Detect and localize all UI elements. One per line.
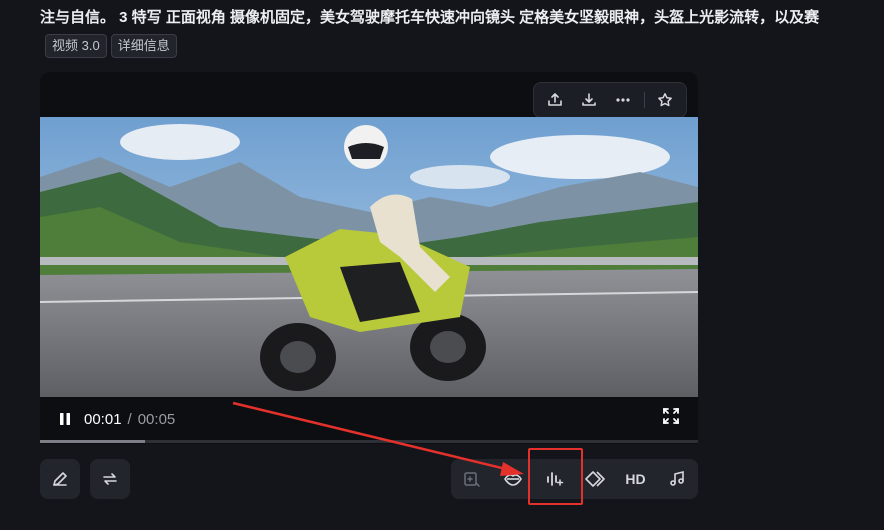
video-player[interactable]: 00:01 / 00:05 bbox=[40, 72, 698, 444]
lip-sync-icon[interactable] bbox=[492, 459, 533, 499]
model-tag[interactable]: 视频 3.0 bbox=[45, 34, 107, 58]
regenerate-icon[interactable] bbox=[90, 459, 130, 499]
video-frame bbox=[40, 117, 698, 397]
time-separator: / bbox=[127, 410, 132, 428]
current-time: 00:01 bbox=[84, 410, 122, 428]
prompt-text: 注与自信。 3 特写 正面视角 摄像机固定，美女驾驶摩托车快速冲向镜头 定格美女… bbox=[40, 9, 820, 26]
music-icon[interactable] bbox=[656, 459, 697, 499]
frame-extend-icon[interactable] bbox=[451, 459, 492, 499]
fullscreen-icon[interactable] bbox=[662, 407, 682, 427]
progress-fill bbox=[40, 440, 146, 443]
left-actions bbox=[40, 459, 130, 499]
progress-bar[interactable] bbox=[40, 440, 698, 443]
toolbar-divider bbox=[643, 92, 645, 108]
video-controls: 00:01 / 00:05 bbox=[40, 397, 698, 441]
hd-upscale-button[interactable]: HD bbox=[615, 459, 656, 499]
video-toolbar bbox=[533, 82, 687, 118]
star-icon[interactable] bbox=[651, 86, 679, 114]
share-icon[interactable] bbox=[541, 86, 569, 114]
total-time: 00:05 bbox=[137, 410, 176, 428]
tag-list: 视频 3.0 详细信息 bbox=[45, 34, 177, 58]
more-icon[interactable] bbox=[609, 86, 637, 114]
download-icon[interactable] bbox=[575, 86, 603, 114]
highlight-box bbox=[528, 448, 583, 505]
details-tag[interactable]: 详细信息 bbox=[110, 34, 177, 58]
edit-icon[interactable] bbox=[40, 459, 80, 499]
pause-icon[interactable] bbox=[56, 410, 74, 428]
